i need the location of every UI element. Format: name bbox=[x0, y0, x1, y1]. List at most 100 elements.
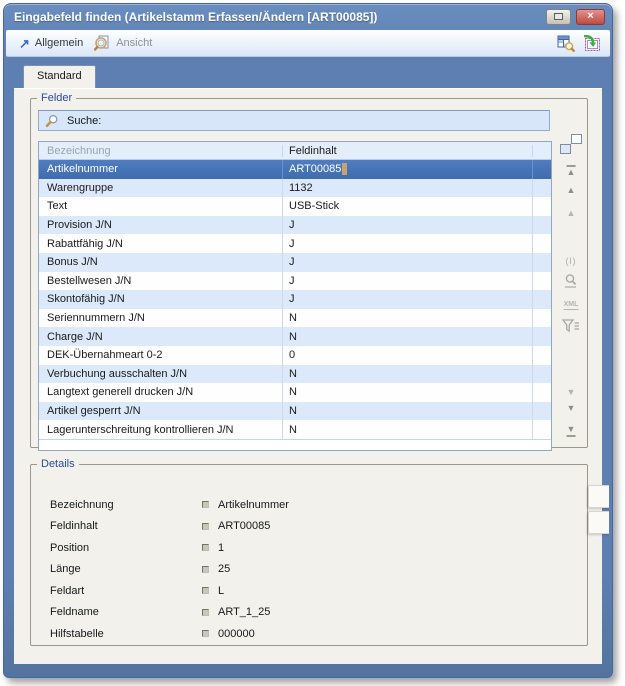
cell-feldinhalt-text: J bbox=[289, 275, 295, 287]
fields-table: Bezeichnung Feldinhalt Artikelnummer ART… bbox=[38, 141, 552, 451]
table-row[interactable]: Seriennummern J/N N bbox=[39, 309, 551, 328]
cell-bezeichnung: DEK-Übernahmeart 0-2 bbox=[39, 346, 283, 365]
table-row[interactable]: Artikel gesperrt J/N N bbox=[39, 402, 551, 421]
cell-spacer bbox=[533, 402, 551, 421]
bullet-icon bbox=[202, 630, 209, 637]
cell-spacer bbox=[533, 253, 551, 272]
detail-row: Hilfstabelle 000000 bbox=[50, 623, 577, 645]
search-label: Suche: bbox=[67, 115, 101, 127]
cell-spacer bbox=[533, 197, 551, 216]
cell-bezeichnung: Text bbox=[39, 197, 283, 216]
cell-feldinhalt: N bbox=[283, 309, 533, 328]
move-bottom-icon[interactable]: ▼ bbox=[567, 420, 576, 437]
title-bar[interactable]: Eingabefeld finden (Artikelstamm Erfasse… bbox=[4, 4, 612, 29]
dialog-window: Eingabefeld finden (Artikelstamm Erfasse… bbox=[3, 3, 613, 678]
brackets-icon[interactable]: (l) bbox=[566, 257, 577, 266]
detail-row: Länge 25 bbox=[50, 559, 577, 581]
toolbar-item-allgemein[interactable]: ↗ Allgemein bbox=[15, 35, 90, 52]
collapsed-side-tab-1[interactable] bbox=[588, 485, 609, 508]
table-row[interactable]: Lagerunterschreitung kontrollieren J/N N bbox=[39, 420, 551, 439]
import-window-icon[interactable] bbox=[582, 35, 601, 52]
cell-spacer bbox=[533, 216, 551, 235]
move-up-icon[interactable]: ▲ bbox=[567, 186, 576, 195]
cell-feldinhalt: ART00085 bbox=[283, 160, 533, 179]
table-body: Artikelnummer ART00085 Warengruppe 1132 bbox=[39, 160, 551, 440]
cell-spacer bbox=[533, 309, 551, 328]
table-row[interactable]: Skontofähig J/N J bbox=[39, 290, 551, 309]
table-row[interactable]: Langtext generell drucken J/N N bbox=[39, 383, 551, 402]
cell-feldinhalt: J bbox=[283, 272, 533, 291]
move-down-icon[interactable]: ▼ bbox=[567, 404, 576, 413]
toolbar: ↗ Allgemein Ansicht bbox=[6, 30, 610, 57]
cell-feldinhalt: J bbox=[283, 216, 533, 235]
collapsed-side-tab-2[interactable] bbox=[588, 511, 609, 534]
restore-icon bbox=[554, 13, 563, 20]
cell-feldinhalt-text: ART00085 bbox=[289, 163, 341, 175]
cell-feldinhalt-text: N bbox=[289, 312, 297, 324]
cell-feldinhalt-text: N bbox=[289, 405, 297, 417]
felder-group-label: Felder bbox=[37, 92, 76, 104]
detail-label: Bezeichnung bbox=[50, 499, 202, 511]
table-row[interactable]: Bonus J/N J bbox=[39, 253, 551, 272]
restore-button[interactable] bbox=[546, 9, 571, 25]
detail-row: Feldinhalt ART00085 bbox=[50, 516, 577, 538]
detail-value: 000000 bbox=[218, 628, 255, 640]
cell-feldinhalt-text: J bbox=[289, 256, 295, 268]
cell-feldinhalt-text: N bbox=[289, 331, 297, 343]
cell-feldinhalt-text: J bbox=[289, 293, 295, 305]
content-panel: Felder Suche: Bezeichnung Feldinhalt bbox=[14, 88, 602, 664]
table-row[interactable]: Warengruppe 1132 bbox=[39, 179, 551, 198]
column-header-feldinhalt[interactable]: Feldinhalt bbox=[283, 145, 533, 157]
close-icon: × bbox=[587, 11, 593, 22]
search-icon bbox=[45, 114, 59, 128]
detail-label: Position bbox=[50, 542, 202, 554]
cell-feldinhalt-text: 0 bbox=[289, 349, 295, 361]
detail-row: Position 1 bbox=[50, 537, 577, 559]
details-group-label: Details bbox=[37, 458, 79, 470]
search-in-list-icon[interactable] bbox=[563, 273, 579, 289]
filter-icon[interactable] bbox=[562, 319, 580, 333]
table-side-toolbar: ▲ ▲ ▲ (l) XML bbox=[556, 141, 586, 451]
table-row[interactable]: Bestellwesen J/N J bbox=[39, 272, 551, 291]
diagonal-arrow-icon: ↗ bbox=[19, 37, 30, 50]
cell-bezeichnung: Warengruppe bbox=[39, 179, 283, 198]
cell-feldinhalt: N bbox=[283, 420, 533, 439]
cell-bezeichnung: Charge J/N bbox=[39, 327, 283, 346]
scroll-up-icon[interactable]: ▲ bbox=[567, 209, 576, 218]
detail-value: L bbox=[218, 585, 224, 597]
cell-bezeichnung: Artikel gesperrt J/N bbox=[39, 402, 283, 421]
detail-label: Feldinhalt bbox=[50, 520, 202, 532]
cell-bezeichnung: Lagerunterschreitung kontrollieren J/N bbox=[39, 420, 283, 439]
table-row[interactable]: Artikelnummer ART00085 bbox=[39, 160, 551, 179]
scroll-down-icon[interactable]: ▼ bbox=[567, 388, 576, 397]
table-search-icon[interactable] bbox=[557, 35, 575, 52]
table-row[interactable]: Charge J/N N bbox=[39, 327, 551, 346]
detail-label: Länge bbox=[50, 563, 202, 575]
detail-value: 25 bbox=[218, 563, 230, 575]
cell-bezeichnung: Seriennummern J/N bbox=[39, 309, 283, 328]
table-row[interactable]: Verbuchung ausschalten J/N N bbox=[39, 365, 551, 384]
details-groupbox: Details Bezeichnung Artikelnummer Feldin… bbox=[30, 458, 588, 646]
cell-spacer bbox=[533, 365, 551, 384]
table-row[interactable]: Text USB-Stick bbox=[39, 197, 551, 216]
search-input[interactable]: Suche: bbox=[38, 110, 550, 131]
table-row[interactable]: Rabattfähig J/N J bbox=[39, 234, 551, 253]
detail-value: Artikelnummer bbox=[218, 499, 289, 511]
move-top-icon[interactable]: ▲ bbox=[567, 163, 576, 179]
table-row[interactable]: DEK-Übernahmeart 0-2 0 bbox=[39, 346, 551, 365]
toolbar-item-ansicht[interactable]: Ansicht bbox=[90, 33, 159, 53]
cell-spacer bbox=[533, 346, 551, 365]
cell-spacer bbox=[533, 160, 551, 179]
felder-groupbox: Felder Suche: Bezeichnung Feldinhalt bbox=[30, 92, 588, 448]
column-header-bezeichnung[interactable]: Bezeichnung bbox=[39, 145, 283, 157]
cell-bezeichnung: Bonus J/N bbox=[39, 253, 283, 272]
tab-strip: Standard bbox=[4, 57, 612, 88]
cell-feldinhalt: N bbox=[283, 402, 533, 421]
table-row[interactable]: Provision J/N J bbox=[39, 216, 551, 235]
xml-icon[interactable]: XML bbox=[564, 301, 579, 310]
tab-standard[interactable]: Standard bbox=[23, 65, 96, 88]
bullet-icon bbox=[202, 566, 209, 573]
cell-spacer bbox=[533, 327, 551, 346]
cell-feldinhalt: J bbox=[283, 290, 533, 309]
close-button[interactable]: × bbox=[576, 9, 605, 25]
